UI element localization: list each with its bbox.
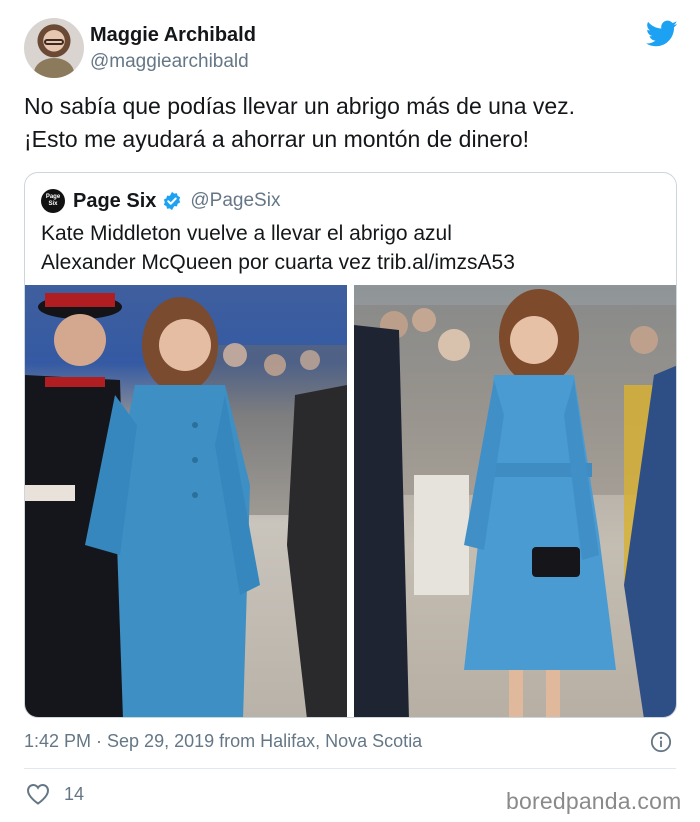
author-avatar[interactable] xyxy=(24,18,84,78)
page-six-logo[interactable]: Page Six xyxy=(41,189,65,213)
quoted-author-handle[interactable]: @PageSix xyxy=(190,190,280,212)
avatar-glasses xyxy=(44,39,64,45)
quoted-line-1: Kate Middleton vuelve a llevar el abrigo… xyxy=(41,222,452,245)
photo-left[interactable] xyxy=(25,285,347,717)
quoted-tweet-header: Page Six Page Six @PageSix xyxy=(41,189,280,213)
divider xyxy=(24,768,676,769)
avatar-torso xyxy=(34,58,74,78)
quoted-author-name[interactable]: Page Six xyxy=(73,190,156,213)
quoted-tweet-card[interactable]: Page Six Page Six @PageSix Kate Middleto… xyxy=(24,172,677,718)
verified-icon xyxy=(164,191,181,211)
photo-left-illustration xyxy=(25,293,347,717)
tweet-line-1: No sabía que podías llevar un abrigo más… xyxy=(24,93,576,119)
photo-right[interactable] xyxy=(354,285,676,717)
author-handle[interactable]: @maggiearchibald xyxy=(90,51,249,73)
author-name[interactable]: Maggie Archibald xyxy=(90,24,256,47)
twitter-icon[interactable] xyxy=(646,20,678,48)
like-count: 14 xyxy=(64,784,85,804)
tweet-line-2: ¡Esto me ayudará a ahorrar un montón de … xyxy=(24,126,530,152)
heart-icon[interactable] xyxy=(26,783,50,805)
tweet-timestamp[interactable]: 1:42 PM · Sep 29, 2019 from Halifax, Nov… xyxy=(24,731,422,752)
photo-right-illustration xyxy=(354,289,676,717)
info-icon[interactable] xyxy=(650,731,672,753)
quoted-line-2: Alexander McQueen por cuarta vez trib.al… xyxy=(41,251,515,274)
tweet-text: No sabía que podías llevar un abrigo más… xyxy=(24,90,684,156)
boredpanda-watermark: boredpanda.com xyxy=(506,788,682,814)
quoted-tweet-text: Kate Middleton vuelve a llevar el abrigo… xyxy=(41,219,661,277)
